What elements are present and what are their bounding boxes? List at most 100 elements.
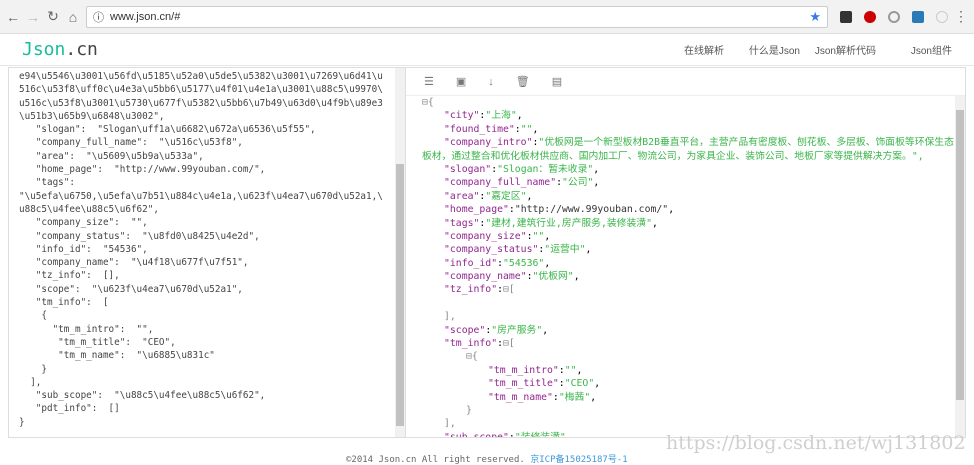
excel-icon[interactable]: ▣: [456, 75, 466, 88]
tree-row: ],: [422, 310, 965, 323]
tree-row: "tm_m_name":"梅茜",: [488, 391, 597, 403]
json-key: "sub_scope": [444, 432, 509, 437]
input-line: "\u5efa\u6750,\u5efa\u7b51\u884c\u4e1a,\…: [19, 190, 383, 202]
home-icon[interactable]: ⌂: [66, 9, 80, 25]
input-line: }: [19, 416, 25, 428]
info-icon[interactable]: ⓘ: [93, 9, 104, 25]
output-scrollbar[interactable]: [955, 96, 965, 437]
json-value: "公司": [562, 177, 594, 189]
json-value: "": [564, 364, 577, 376]
value-text: 上海: [491, 110, 511, 122]
save-icon[interactable]: ▤: [552, 75, 562, 88]
json-value: "http://www.99youban.com/": [514, 204, 669, 216]
json-key: "info_id": [444, 257, 498, 269]
value-text: 梅茜: [564, 391, 585, 403]
input-line: "company_size": "",: [19, 217, 148, 229]
json-key: "home_page": [444, 204, 509, 216]
json-value: "CEO": [564, 378, 595, 390]
json-input-editor[interactable]: e94\u5546\u3001\u56fd\u5185\u52a0\u5de5\…: [8, 67, 406, 438]
key-text: city: [449, 110, 474, 122]
tree-row: }: [422, 404, 965, 417]
tree-row: "info_id":"54536",: [444, 257, 551, 269]
database-icon[interactable]: ☰: [424, 75, 434, 88]
input-scrollbar[interactable]: [395, 68, 405, 437]
extension-grey-icon[interactable]: [936, 10, 948, 23]
trash-icon[interactable]: 🗑: [516, 75, 530, 88]
bracket[interactable]: ],: [444, 311, 456, 322]
json-value: "": [532, 230, 545, 242]
back-icon[interactable]: ←: [6, 9, 20, 25]
key-text: slogan: [449, 163, 486, 175]
forward-icon[interactable]: →: [26, 9, 40, 25]
tree-row: ⊟{: [422, 96, 965, 109]
json-value: "建材,建筑行业,房产服务,装修装潢": [485, 217, 652, 229]
nav-link[interactable]: 什么是Json: [724, 42, 800, 57]
menu-dots-icon[interactable]: ⋮: [954, 8, 968, 25]
bracket[interactable]: ⊟{: [466, 351, 478, 362]
key-text: area: [449, 190, 474, 202]
logo-ext: .cn: [65, 39, 98, 60]
input-line: "company_name": "\u4f18\u677f\u7f51",: [19, 257, 249, 269]
json-value: "嘉定区": [485, 190, 527, 202]
extension-s-icon[interactable]: [912, 10, 924, 23]
json-value: "梅茜": [558, 391, 591, 403]
json-key: "tm_m_intro": [488, 364, 559, 376]
key-text: home_page: [449, 204, 503, 216]
bracket[interactable]: }: [466, 405, 472, 416]
address-bar[interactable]: ⓘ www.json.cn/# ★: [86, 5, 828, 28]
tree-row: "tz_info":⊟[: [444, 284, 515, 296]
logo-main: Json: [22, 39, 66, 60]
json-input-text[interactable]: e94\u5546\u3001\u56fd\u5185\u52a0\u5de5\…: [9, 68, 405, 429]
nav-link[interactable]: 在线解析: [648, 42, 724, 57]
reload-icon[interactable]: ↻: [46, 8, 60, 25]
extension-circle-icon[interactable]: [888, 10, 900, 23]
json-value-wrap: 板材，通过整合和优化板材供应商、国内加工厂、物流公司，为家具企业、装饰公司、地板…: [422, 150, 912, 162]
json-value: "房产服务": [491, 324, 543, 336]
key-text: tm_m_title: [493, 378, 553, 390]
json-value: "优板网是一个新型板材B2B垂直平台，主营产品有密度板、刨花板、多层板、饰面板等…: [538, 137, 959, 149]
input-line: "scope": "\u623f\u4ea7\u670d\u52a1",: [19, 283, 243, 295]
input-line: "home_page": "http://www.99youban.com/",: [19, 164, 266, 176]
sort-icon[interactable]: ↓: [488, 76, 494, 88]
bracket[interactable]: ⊟{: [422, 97, 434, 108]
icp-link[interactable]: 京ICP备15025187号-1: [530, 455, 627, 465]
browser-toolbar: ← → ↻ ⌂ ⓘ www.json.cn/# ★ ⋮: [0, 0, 974, 34]
url-text: www.json.cn/#: [110, 10, 181, 23]
value-text: 优板网: [538, 271, 568, 283]
bookmark-star-icon[interactable]: ★: [809, 9, 821, 25]
input-line: e94\u5546\u3001\u56fd\u5185\u52a0\u5de5\…: [19, 71, 383, 82]
tree-row: "company_status":"运营中",: [444, 244, 592, 256]
key-text: tz_info: [449, 284, 492, 296]
extension-icon[interactable]: [840, 10, 852, 23]
json-value: "运营中": [544, 244, 586, 256]
site-header: Json.cn 在线解析 什么是Json Json解析代码 Json组件: [0, 34, 974, 66]
key-text: company_status: [449, 244, 533, 256]
copyright: ©2014 Json.cn All right reserved.: [346, 455, 525, 465]
nav-link[interactable]: Json组件: [876, 42, 952, 57]
value-text: 建材,建筑行业,房产服务,装修装潢: [491, 217, 647, 229]
tree-row: ⊟{: [422, 350, 965, 363]
collapse-toggle[interactable]: ⊟[: [503, 338, 515, 349]
tree-row: "company_size":"",: [444, 230, 551, 242]
collapse-toggle[interactable]: ⊟[: [503, 284, 515, 295]
json-key: "company_status": [444, 244, 539, 256]
tree-row: 板材，通过整合和优化板材供应商、国内加工厂、物流公司，为家具企业、装饰公司、地板…: [422, 150, 924, 162]
adblock-icon[interactable]: [864, 10, 876, 23]
json-key: "company_full_name": [444, 177, 557, 189]
key-text: scope: [449, 324, 480, 336]
scrollbar-thumb[interactable]: [396, 164, 404, 426]
watermark: https://blog.csdn.net/wj131802: [666, 432, 966, 454]
json-key: "company_name": [444, 271, 527, 283]
logo[interactable]: Json.cn: [22, 39, 98, 60]
bracket[interactable]: ],: [444, 418, 456, 429]
value-text: 装修装潢: [520, 431, 560, 438]
key-text: info_id: [449, 257, 492, 269]
scrollbar-thumb[interactable]: [956, 110, 964, 400]
input-line: "slogan": "Slogan\uff1a\u6682\u672a\u653…: [19, 124, 316, 136]
json-key: "found_time": [444, 123, 515, 135]
input-line: u88c5\u4fee\u88c5\u6f62",: [19, 203, 159, 215]
tree-row: "scope":"房产服务",: [444, 324, 549, 336]
nav-link[interactable]: Json解析代码: [800, 42, 876, 57]
tree-row: "area":"嘉定区",: [444, 190, 533, 202]
input-line: "area": "\u5609\u5b9a\u533a",: [19, 150, 204, 162]
